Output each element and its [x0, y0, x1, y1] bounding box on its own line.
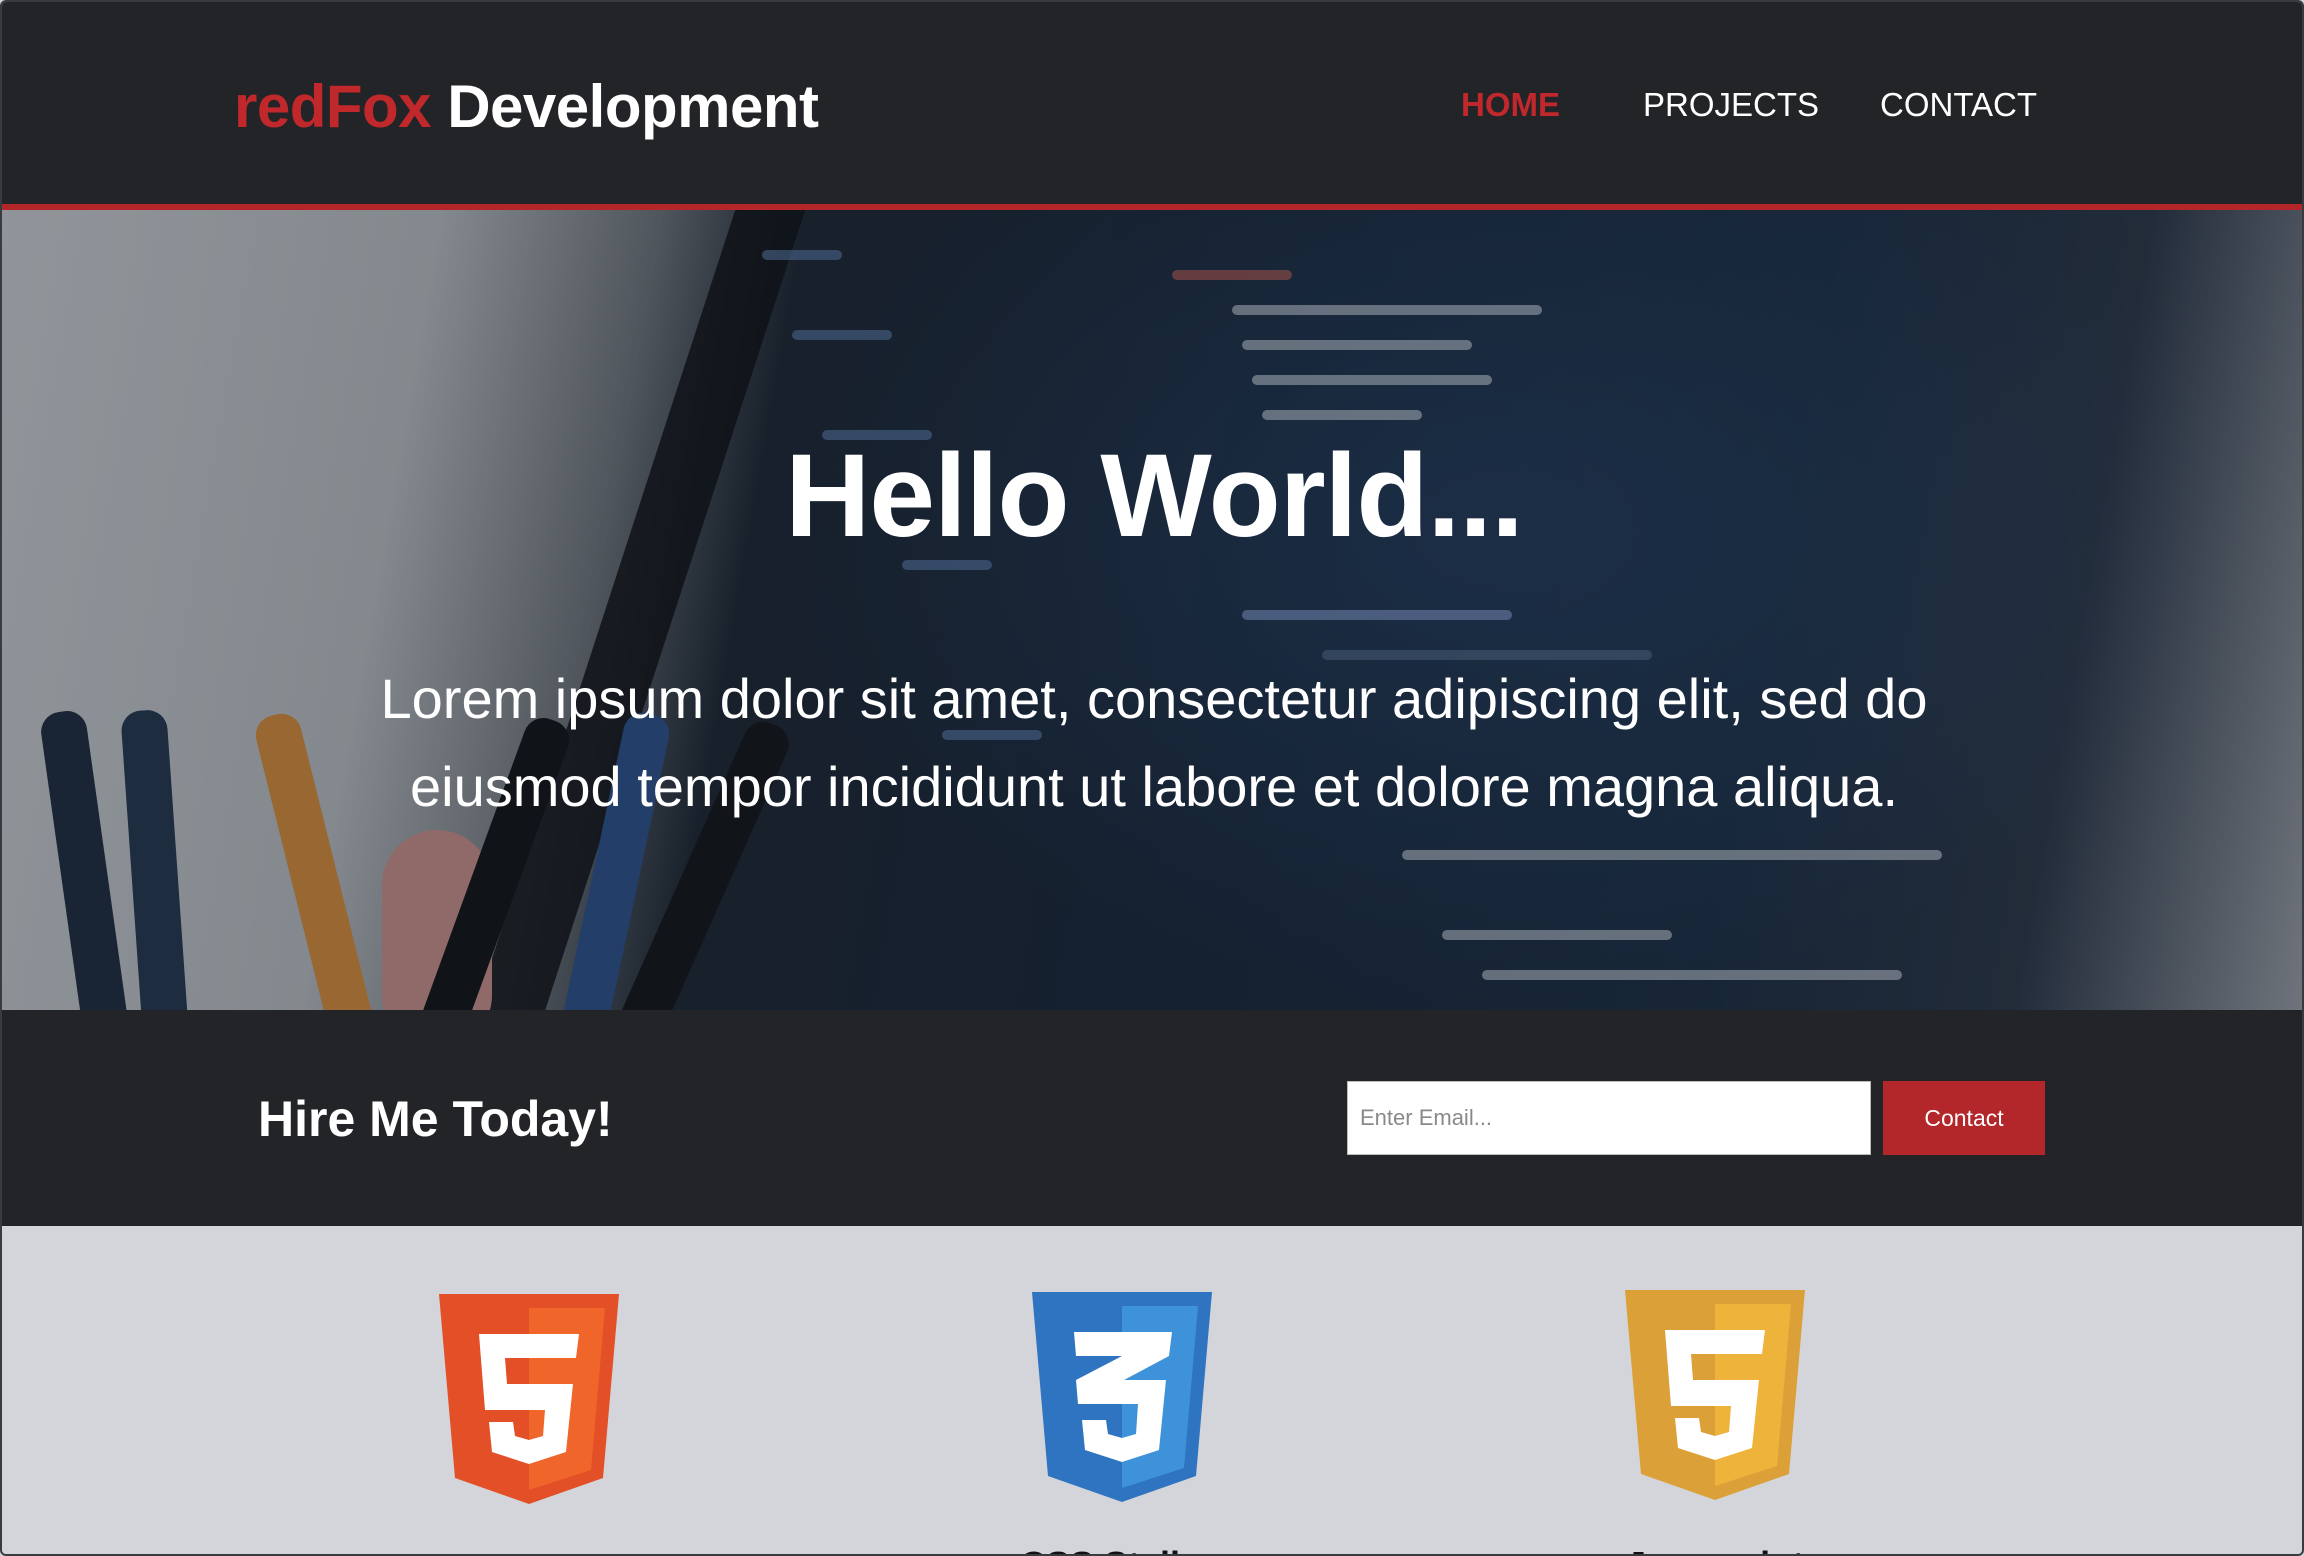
logo-brand: redFox — [234, 73, 432, 140]
hero-section: Hello World... Lorem ipsum dolor sit ame… — [2, 210, 2302, 1010]
css3-icon — [1032, 1292, 1212, 1502]
hero-overlay — [2, 210, 2302, 1010]
hire-title: Hire Me Today! — [258, 1091, 613, 1147]
site-logo[interactable]: redFox Development — [234, 72, 819, 141]
skills-section: CSS Styling Javascript — [2, 1226, 2302, 1554]
email-input[interactable] — [1347, 1081, 1871, 1155]
hero-title: Hello World... — [785, 430, 1524, 562]
html5-icon — [439, 1294, 619, 1504]
site-header: redFox Development HOME PROJECTS CONTACT — [2, 2, 2302, 210]
javascript-icon — [1625, 1290, 1805, 1500]
hero-text: Lorem ipsum dolor sit amet, consectetur … — [380, 667, 1928, 818]
skill-label-css: CSS Styling — [922, 1544, 1322, 1554]
logo-suffix: Development — [447, 73, 819, 140]
skill-label-js: Javascript — [1515, 1544, 1915, 1554]
nav-contact[interactable]: CONTACT — [1880, 86, 2037, 124]
hire-section: Hire Me Today! Contact — [2, 1010, 2302, 1226]
nav-projects[interactable]: PROJECTS — [1643, 86, 1819, 124]
nav-home[interactable]: HOME — [1461, 86, 1560, 124]
browser-window: redFox Development HOME PROJECTS CONTACT — [0, 0, 2304, 1556]
contact-button[interactable]: Contact — [1883, 1081, 2045, 1155]
